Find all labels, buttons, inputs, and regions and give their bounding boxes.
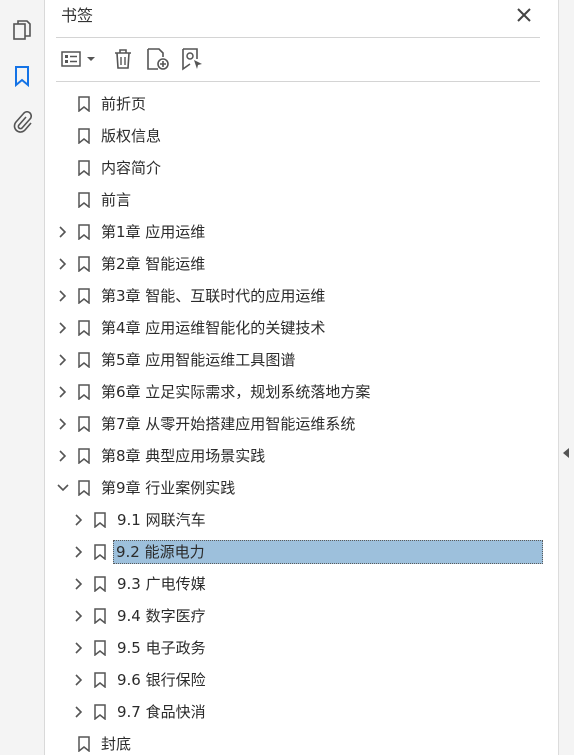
bookmark-label: 封底 bbox=[101, 735, 132, 753]
bookmark-item[interactable]: 第8章 典型应用场景实践 bbox=[56, 444, 265, 468]
bookmark-item[interactable]: 第3章 智能、互联时代的应用运维 bbox=[56, 284, 325, 308]
bookmark-icon bbox=[76, 127, 92, 145]
bookmark-item[interactable]: 9.5 电子政务 bbox=[72, 636, 206, 660]
bookmark-icon bbox=[92, 607, 108, 625]
bookmark-icon bbox=[92, 511, 108, 529]
bookmark-item-selected[interactable]: 9.2 能源电力 bbox=[72, 540, 543, 564]
bookmark-label: 9.1 网联汽车 bbox=[117, 511, 206, 529]
bookmark-label: 9.5 电子政务 bbox=[117, 639, 206, 657]
options-menu-button[interactable] bbox=[60, 45, 98, 73]
bookmark-icon bbox=[76, 255, 92, 273]
bookmark-label: 9.3 广电传媒 bbox=[117, 575, 206, 593]
bookmark-label: 9.4 数字医疗 bbox=[117, 607, 206, 625]
bookmark-icon bbox=[92, 703, 108, 721]
bookmark-icon bbox=[92, 671, 108, 689]
bookmark-icon bbox=[92, 639, 108, 657]
chevron-right-icon[interactable] bbox=[56, 289, 70, 303]
chevron-right-icon[interactable] bbox=[56, 321, 70, 335]
chevron-right-icon[interactable] bbox=[72, 545, 86, 559]
chevron-right-icon[interactable] bbox=[72, 641, 86, 655]
bookmark-icon bbox=[76, 735, 92, 753]
bookmark-label: 第4章 应用运维智能化的关键技术 bbox=[101, 319, 326, 337]
bookmark-icon bbox=[76, 159, 92, 177]
new-bookmark-icon[interactable] bbox=[146, 45, 170, 73]
bookmark-label: 9.7 食品快消 bbox=[117, 703, 206, 721]
bookmark-item[interactable]: 9.7 食品快消 bbox=[72, 700, 206, 724]
chevron-down-icon[interactable] bbox=[56, 481, 70, 495]
pages-icon[interactable] bbox=[10, 18, 34, 42]
bookmark-item[interactable]: 9.3 广电传媒 bbox=[72, 572, 206, 596]
bookmark-icon bbox=[76, 415, 92, 433]
panel-collapse-handle[interactable] bbox=[558, 0, 574, 755]
bookmark-icon bbox=[76, 191, 92, 209]
chevron-right-icon[interactable] bbox=[72, 609, 86, 623]
bookmark-icon bbox=[76, 95, 92, 113]
bookmark-item[interactable]: 9.6 银行保险 bbox=[72, 668, 206, 692]
bookmark-item[interactable]: 第6章 立足实际需求，规划系统落地方案 bbox=[56, 380, 370, 404]
left-nav-bar bbox=[0, 0, 45, 755]
bookmark-icon bbox=[92, 543, 108, 561]
selection-highlight: 9.2 能源电力 bbox=[113, 540, 543, 564]
chevron-right-icon[interactable] bbox=[72, 513, 86, 527]
bookmark-icon bbox=[76, 383, 92, 401]
bookmark-icon bbox=[76, 351, 92, 369]
divider bbox=[56, 37, 540, 38]
bookmark-icon bbox=[92, 575, 108, 593]
bookmark-label: 第1章 应用运维 bbox=[101, 223, 206, 241]
chevron-right-icon[interactable] bbox=[56, 417, 70, 431]
bookmark-label: 第6章 立足实际需求，规划系统落地方案 bbox=[101, 383, 371, 401]
chevron-right-icon[interactable] bbox=[56, 225, 70, 239]
chevron-right-icon[interactable] bbox=[72, 705, 86, 719]
chevron-right-icon[interactable] bbox=[56, 353, 70, 367]
close-icon[interactable] bbox=[514, 5, 534, 25]
bookmark-icon bbox=[76, 479, 92, 497]
chevron-right-icon[interactable] bbox=[72, 673, 86, 687]
bookmark-label: 第7章 从零开始搭建应用智能运维系统 bbox=[101, 415, 356, 433]
bookmark-label: 内容简介 bbox=[101, 159, 162, 177]
bookmark-item[interactable]: 前言 bbox=[76, 188, 131, 212]
bookmark-icon bbox=[76, 287, 92, 305]
bookmark-label: 第9章 行业案例实践 bbox=[101, 479, 236, 497]
bookmark-icon bbox=[76, 223, 92, 241]
bookmark-item[interactable]: 第7章 从零开始搭建应用智能运维系统 bbox=[56, 412, 355, 436]
bookmark-icon bbox=[76, 319, 92, 337]
bookmark-item[interactable]: 9.1 网联汽车 bbox=[72, 508, 206, 532]
bookmark-item[interactable]: 前折页 bbox=[76, 92, 146, 116]
chevron-right-icon[interactable] bbox=[56, 257, 70, 271]
bookmark-label: 前折页 bbox=[101, 95, 147, 113]
attachment-icon[interactable] bbox=[10, 110, 34, 134]
divider bbox=[56, 81, 540, 82]
bookmark-label: 前言 bbox=[101, 191, 132, 209]
bookmark-item[interactable]: 版权信息 bbox=[76, 124, 161, 148]
bookmark-item[interactable]: 第1章 应用运维 bbox=[56, 220, 205, 244]
bookmark-item[interactable]: 9.4 数字医疗 bbox=[72, 604, 206, 628]
bookmark-item[interactable]: 第9章 行业案例实践 bbox=[56, 476, 235, 500]
delete-bookmark-icon[interactable] bbox=[111, 45, 135, 73]
bookmark-label: 第3章 智能、互联时代的应用运维 bbox=[101, 287, 326, 305]
bookmark-item[interactable]: 封底 bbox=[76, 732, 131, 756]
bookmark-label: 9.6 银行保险 bbox=[117, 671, 206, 689]
bookmark-label: 第8章 典型应用场景实践 bbox=[101, 447, 266, 465]
bookmark-from-structure-icon[interactable] bbox=[181, 45, 205, 73]
bookmark-item[interactable]: 内容简介 bbox=[76, 156, 161, 180]
chevron-right-icon[interactable] bbox=[56, 449, 70, 463]
bookmark-item[interactable]: 第5章 应用智能运维工具图谱 bbox=[56, 348, 295, 372]
bookmark-label: 9.2 能源电力 bbox=[116, 543, 205, 561]
panel-title: 书签 bbox=[61, 6, 94, 25]
collapse-arrow-icon bbox=[563, 448, 569, 458]
bookmark-label: 版权信息 bbox=[101, 127, 162, 145]
bookmark-icon[interactable] bbox=[10, 64, 34, 88]
bookmark-item[interactable]: 第4章 应用运维智能化的关键技术 bbox=[56, 316, 325, 340]
bookmark-label: 第5章 应用智能运维工具图谱 bbox=[101, 351, 296, 369]
chevron-right-icon[interactable] bbox=[72, 577, 86, 591]
bookmark-icon bbox=[76, 447, 92, 465]
bookmark-label: 第2章 智能运维 bbox=[101, 255, 206, 273]
bookmark-item[interactable]: 第2章 智能运维 bbox=[56, 252, 205, 276]
chevron-right-icon[interactable] bbox=[56, 385, 70, 399]
